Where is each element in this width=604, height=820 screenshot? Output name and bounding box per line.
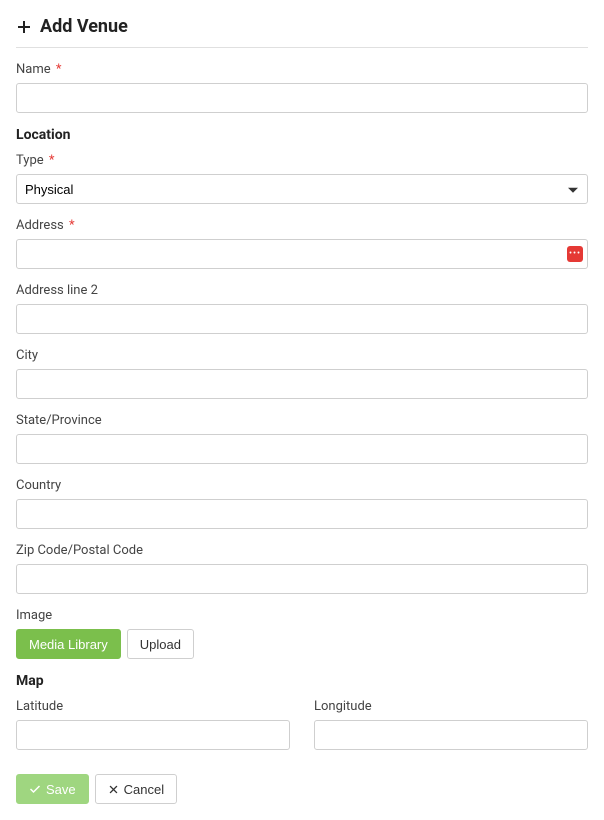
required-asterisk: * (69, 218, 75, 233)
type-field: Type * Physical (16, 153, 588, 204)
latitude-input[interactable] (16, 720, 290, 750)
page-title-text: Add Venue (40, 16, 128, 37)
upload-button[interactable]: Upload (127, 629, 194, 659)
cancel-button-label: Cancel (124, 782, 164, 797)
close-icon (108, 784, 119, 795)
location-picker-icon[interactable]: ••• (567, 246, 583, 262)
name-field: Name * (16, 62, 588, 113)
address2-field: Address line 2 (16, 283, 588, 334)
name-label-text: Name (16, 62, 51, 77)
save-button-label: Save (46, 782, 76, 797)
required-asterisk: * (49, 153, 55, 168)
location-section-title: Location (16, 127, 588, 143)
plus-icon (16, 19, 32, 35)
longitude-field: Longitude (314, 699, 588, 750)
country-input[interactable] (16, 499, 588, 529)
city-label: City (16, 348, 588, 363)
map-section-title: Map (16, 673, 588, 689)
image-label: Image (16, 608, 588, 623)
latitude-field: Latitude (16, 699, 290, 750)
image-field: Image Media Library Upload (16, 608, 588, 659)
state-label: State/Province (16, 413, 588, 428)
longitude-label: Longitude (314, 699, 588, 714)
required-asterisk: * (56, 62, 62, 77)
zip-field: Zip Code/Postal Code (16, 543, 588, 594)
address-field: Address * ••• (16, 218, 588, 269)
latitude-label: Latitude (16, 699, 290, 714)
media-library-button[interactable]: Media Library (16, 629, 121, 659)
save-button[interactable]: Save (16, 774, 89, 804)
zip-label: Zip Code/Postal Code (16, 543, 588, 558)
name-label: Name * (16, 62, 588, 77)
state-input[interactable] (16, 434, 588, 464)
check-icon (29, 783, 41, 795)
city-field: City (16, 348, 588, 399)
address-input[interactable] (16, 239, 588, 269)
type-label: Type * (16, 153, 588, 168)
longitude-input[interactable] (314, 720, 588, 750)
address-label-text: Address (16, 218, 64, 233)
type-select[interactable]: Physical (16, 174, 588, 204)
address2-input[interactable] (16, 304, 588, 334)
country-field: Country (16, 478, 588, 529)
name-input[interactable] (16, 83, 588, 113)
state-field: State/Province (16, 413, 588, 464)
cancel-button[interactable]: Cancel (95, 774, 177, 804)
country-label: Country (16, 478, 588, 493)
address2-label: Address line 2 (16, 283, 588, 298)
type-label-text: Type (16, 153, 44, 168)
zip-input[interactable] (16, 564, 588, 594)
address-label: Address * (16, 218, 588, 233)
city-input[interactable] (16, 369, 588, 399)
page-title: Add Venue (16, 16, 588, 48)
